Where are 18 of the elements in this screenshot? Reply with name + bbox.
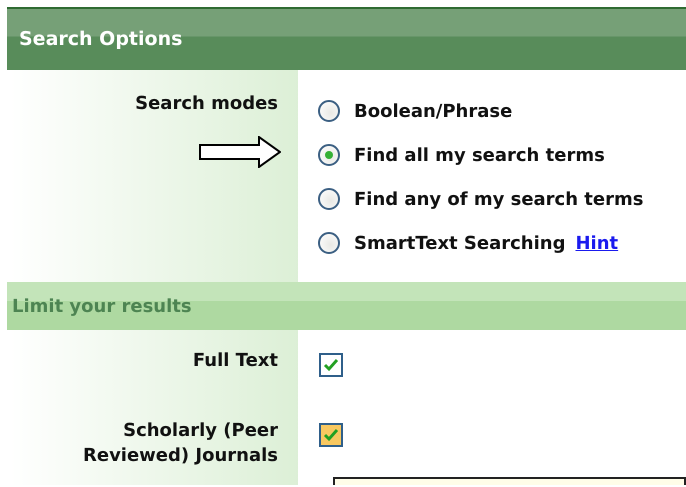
field-label: Search modes <box>135 92 278 116</box>
input-field[interactable] <box>333 477 686 485</box>
radio-label: SmartText Searching <box>354 232 566 256</box>
radio-button[interactable] <box>318 188 340 210</box>
radio-button[interactable] <box>318 100 340 122</box>
field-label: Full Text <box>192 349 278 373</box>
section-title: Limit your results <box>12 294 192 318</box>
radio-label: Find all my search terms <box>354 144 605 168</box>
section-title: Search Options <box>19 27 182 52</box>
checkbox[interactable] <box>319 423 343 447</box>
hint-link[interactable]: Hint <box>575 230 618 256</box>
radio-button[interactable] <box>318 144 340 166</box>
radio-label: Find any of my search terms <box>354 188 644 212</box>
field-label: Scholarly (Peer Reviewed) Journals <box>82 419 278 468</box>
radio-label: Boolean/Phrase <box>354 100 512 124</box>
checkbox[interactable] <box>319 353 343 377</box>
radio-button[interactable] <box>318 232 340 254</box>
arrow-icon <box>199 136 281 168</box>
